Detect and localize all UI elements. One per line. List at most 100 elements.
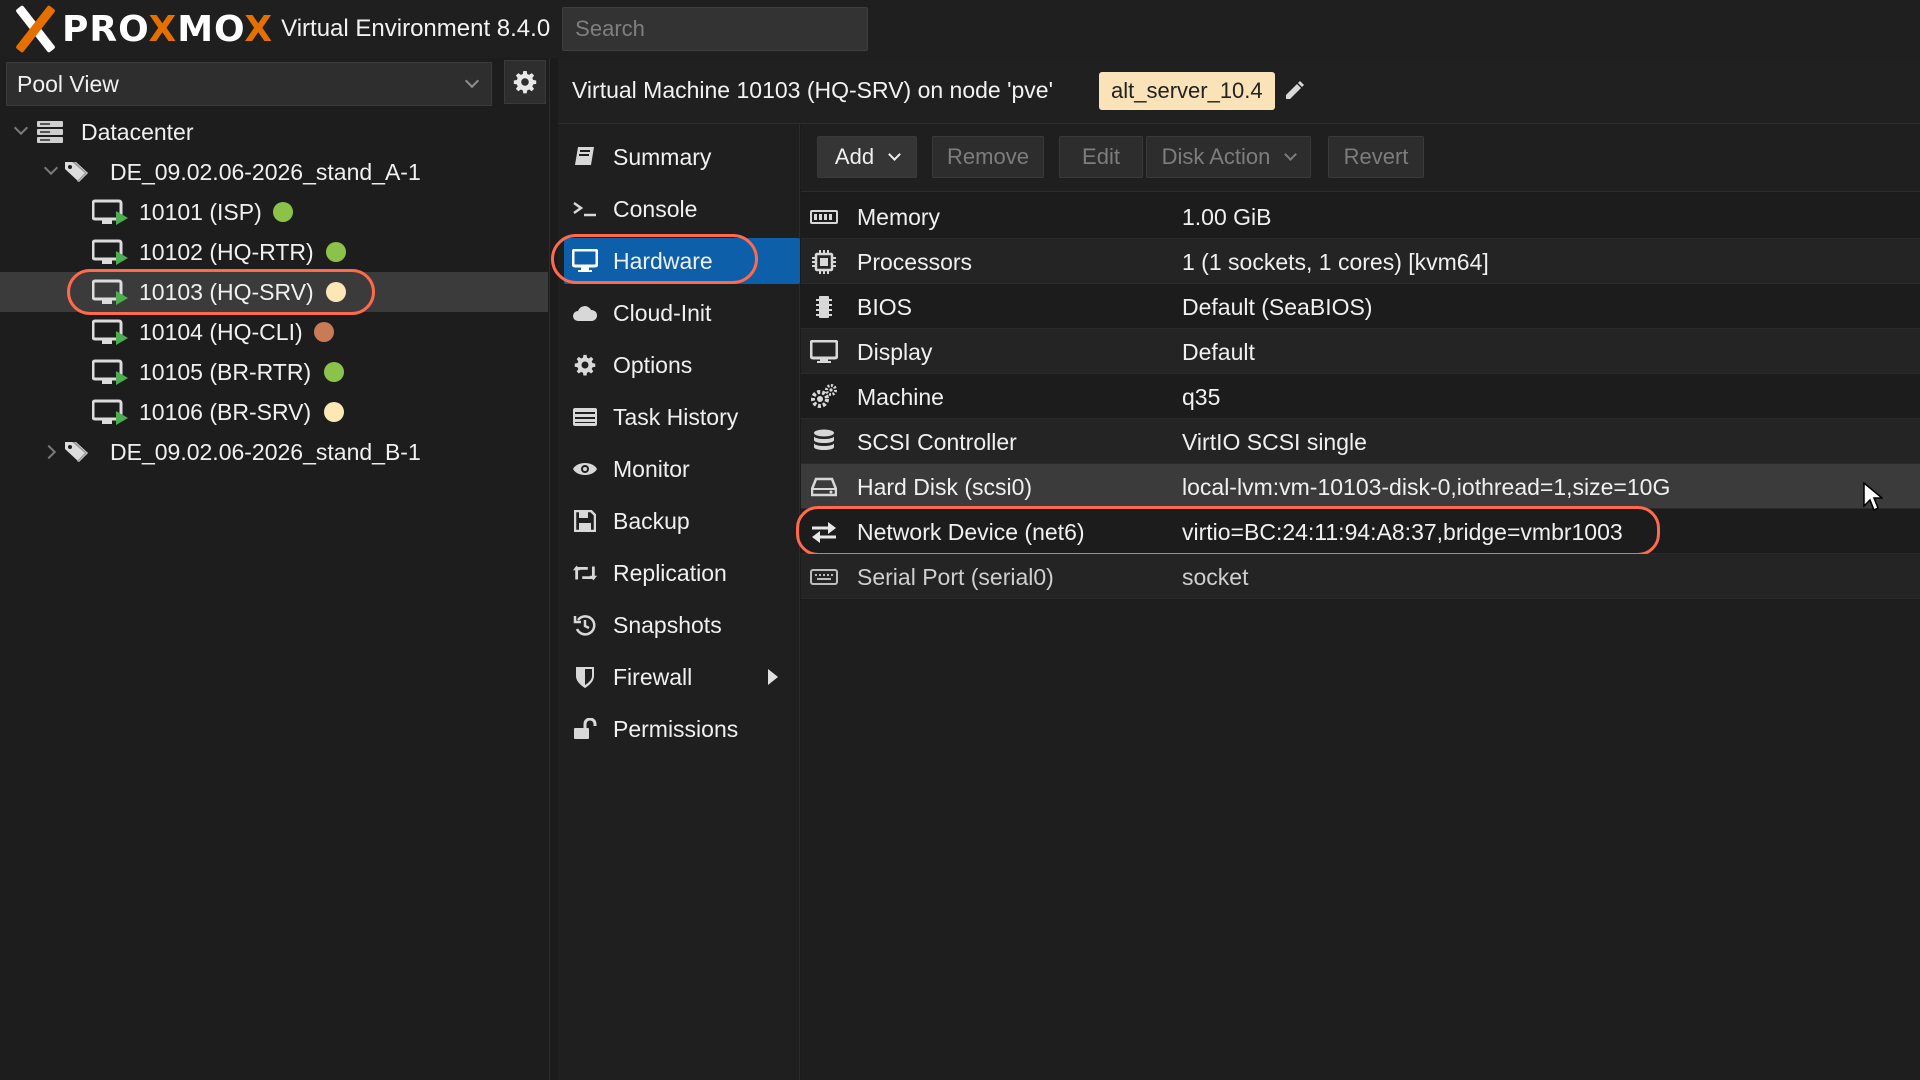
proxmox-logo[interactable]: PROXMOX [10,0,273,58]
chevron-down-icon [464,73,480,89]
hardware-row-network-device[interactable]: Network Device (net6) virtio=BC:24:11:94… [796,506,1920,556]
submenu-arrow-icon[interactable] [768,669,778,685]
nav-item-snapshots[interactable]: Snapshots [558,602,800,648]
cpu-icon [809,249,839,275]
view-selector-label: Pool View [17,70,119,97]
mouse-cursor-icon [1863,482,1883,512]
history-icon [572,613,598,637]
nav-item-monitor[interactable]: Monitor [558,446,800,492]
hardware-toolbar: Add Remove Edit Disk Action Revert [801,124,1920,192]
hardware-row-processors[interactable]: Processors 1 (1 sockets, 1 cores) [kvm64… [801,239,1920,284]
hdd-icon [809,474,839,500]
desktop-icon [809,339,839,365]
hardware-name: BIOS [857,294,912,320]
expander-expanded-icon[interactable] [43,160,59,176]
tags-icon [65,442,88,462]
hardware-grid: Memory 1.00 GiB Processors 1 (1 sockets,… [796,194,1920,599]
nav-item-backup[interactable]: Backup [558,498,800,544]
expander-expanded-icon[interactable] [13,120,29,136]
nav-item-label: Permissions [613,715,739,742]
hardware-row-memory[interactable]: Memory 1.00 GiB [801,194,1920,239]
tree-node-label: 10103 (HQ-SRV) [139,278,314,305]
nav-item-permissions[interactable]: Permissions [558,706,800,752]
tags-icon [65,162,88,182]
resource-tree-panel: Pool View Datacenter DE_09.02.06-2026_st… [0,58,550,1080]
hardware-name: Hard Disk (scsi0) [857,474,1033,500]
vm-tag-badge[interactable]: alt_server_10.4 [1098,71,1275,110]
view-selector-dropdown[interactable]: Pool View [6,62,492,106]
gear-icon [513,71,537,94]
nav-item-task-history[interactable]: Task History [558,394,800,440]
hardware-row-scsi-controller[interactable]: SCSI Controller VirtIO SCSI single [801,419,1920,464]
disk-action-button-label: Disk Action [1161,144,1271,169]
nav-item-options[interactable]: Options [558,342,800,388]
hardware-name: Machine [857,384,944,410]
pencil-icon[interactable] [1283,80,1305,102]
search-input[interactable] [562,7,869,51]
nav-item-label: Console [613,195,698,222]
expander-collapsed-icon[interactable] [41,444,57,460]
revert-button[interactable]: Revert [1328,136,1424,178]
tree-settings-button[interactable] [504,60,546,104]
status-pending-icon [324,402,344,422]
nav-item-console[interactable]: Console [558,186,800,232]
cloud-icon [572,301,598,325]
tree-node-label: 10101 (ISP) [139,198,262,225]
top-bar: PROXMOX Virtual Environment 8.4.0 [0,0,1920,58]
hardware-row-machine[interactable]: Machine q35 [801,374,1920,419]
tree-node-vm[interactable]: 10102 (HQ-RTR) [0,232,548,272]
hardware-row-bios[interactable]: BIOS Default (SeaBIOS) [801,284,1920,329]
hardware-name: Memory [857,204,941,230]
hardware-row-display[interactable]: Display Default [801,329,1920,374]
status-running-icon [326,242,346,262]
hardware-name: Processors [857,249,973,275]
tree-node-vm[interactable]: 10105 (BR-RTR) [0,352,548,392]
edit-button[interactable]: Edit [1059,136,1143,178]
vm-running-icon [92,199,128,225]
tree-node-pool[interactable]: DE_09.02.06-2026_stand_B-1 [0,432,548,472]
nav-item-label: Snapshots [613,611,722,638]
vm-running-icon [92,239,128,265]
tree-node-vm[interactable]: 10101 (ISP) [0,192,548,232]
vm-header: Virtual Machine 10103 (HQ-SRV) on node '… [558,58,1920,124]
tree-node-label: Datacenter [81,118,194,145]
chevron-down-icon [1284,147,1298,161]
remove-button[interactable]: Remove [932,136,1044,178]
tree-node-label: 10105 (BR-RTR) [139,358,312,385]
cogs-icon [809,384,839,410]
nav-item-label: Summary [613,143,712,170]
microchip-icon [809,294,839,320]
nav-item-label: Backup [613,507,690,534]
nav-item-cloud-init[interactable]: Cloud-Init [558,290,800,336]
nav-item-firewall[interactable]: Firewall [558,654,800,700]
revert-button-label: Revert [1343,144,1409,169]
nav-item-hardware[interactable]: Hardware [564,238,800,284]
hardware-value: local-lvm:vm-10103-disk-0,iothread=1,siz… [1182,474,1671,500]
nav-item-label: Replication [613,559,727,586]
tree-node-vm-selected[interactable]: 10103 (HQ-SRV) [0,269,548,315]
add-button[interactable]: Add [817,136,917,178]
tree-node-pool[interactable]: DE_09.02.06-2026_stand_A-1 [0,152,548,192]
hardware-name: SCSI Controller [857,429,1017,455]
hardware-row-serial-port[interactable]: Serial Port (serial0) socket [801,554,1920,599]
nav-item-replication[interactable]: Replication [558,550,800,596]
nav-item-label: Firewall [613,663,693,690]
tree-node-vm[interactable]: 10106 (BR-SRV) [0,392,548,432]
vm-running-icon [92,399,128,425]
resource-tree: Datacenter DE_09.02.06-2026_stand_A-1 10… [0,112,548,472]
hardware-row-hard-disk[interactable]: Hard Disk (scsi0) local-lvm:vm-10103-dis… [801,464,1920,509]
disk-action-button[interactable]: Disk Action [1146,136,1311,178]
hardware-value: 1.00 GiB [1182,204,1272,230]
tree-node-label: DE_09.02.06-2026_stand_B-1 [110,438,421,465]
tree-node-vm[interactable]: 10104 (HQ-CLI) [0,312,548,352]
book-icon [572,145,598,169]
vm-running-icon [92,279,128,305]
memory-icon [809,204,839,230]
nav-item-label: Monitor [613,455,690,482]
proxmox-x-logo-icon [10,4,60,54]
nav-item-summary[interactable]: Summary [558,134,800,180]
edit-button-label: Edit [1082,144,1120,169]
database-icon [809,429,839,455]
tree-node-label: 10104 (HQ-CLI) [139,318,303,345]
tree-node-datacenter[interactable]: Datacenter [0,112,548,152]
